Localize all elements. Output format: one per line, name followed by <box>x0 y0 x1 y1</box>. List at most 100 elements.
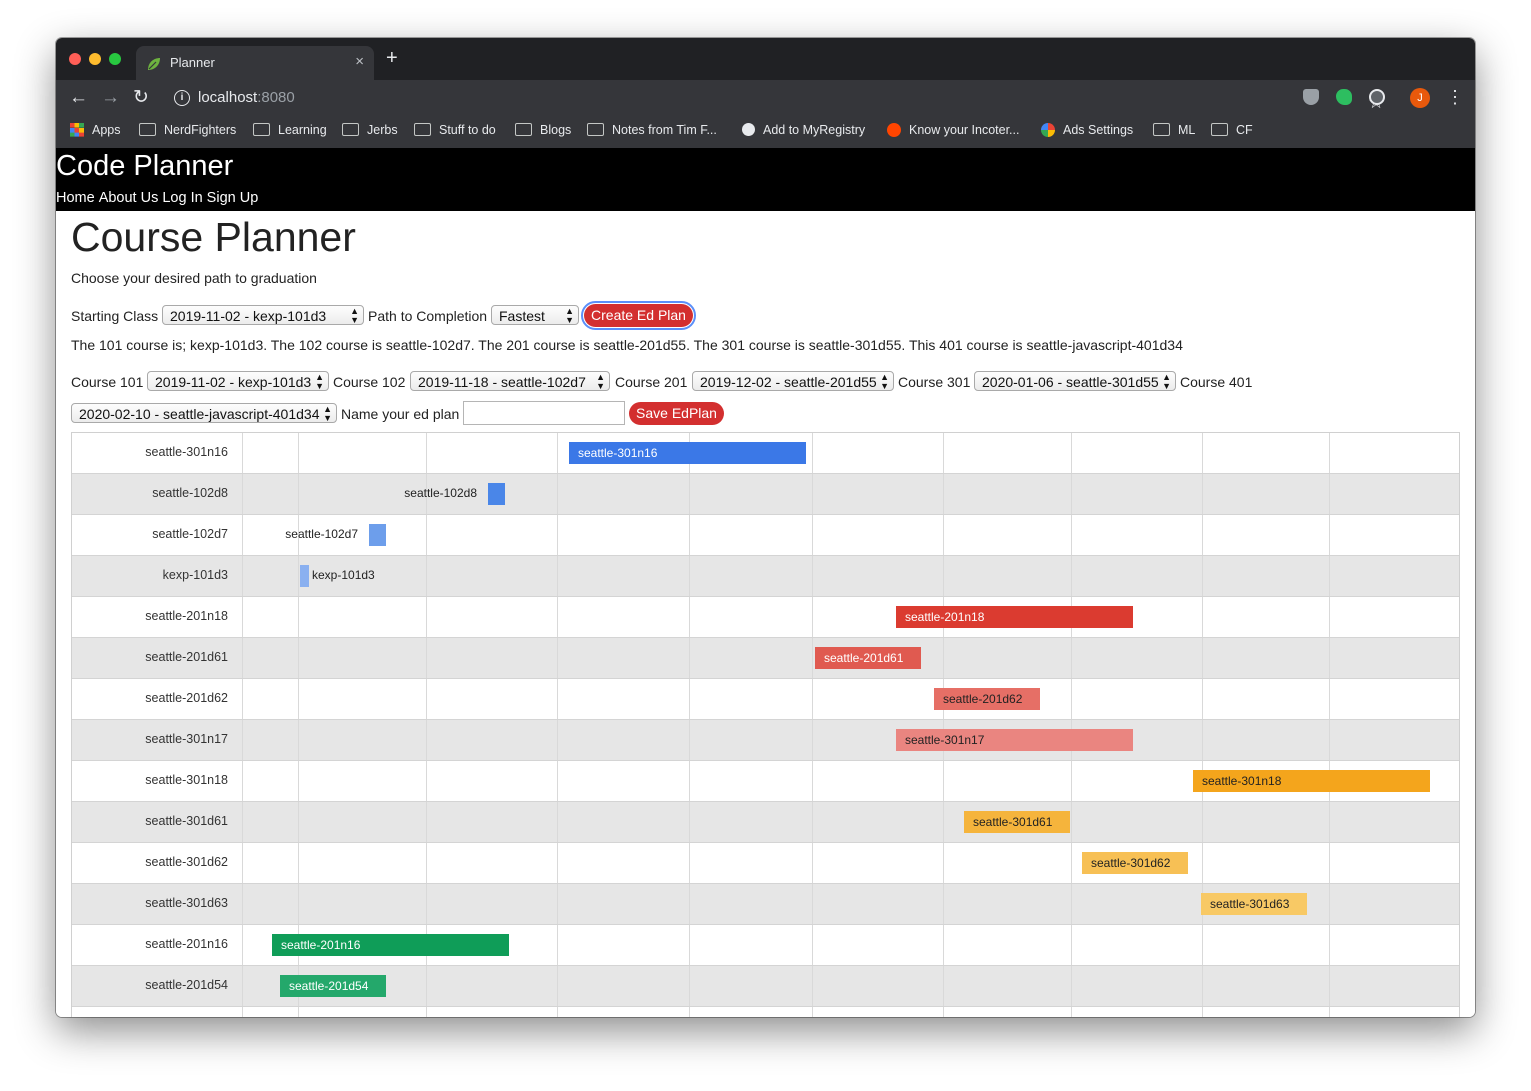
timeline-row: kexp-101d3 kexp-101d3 <box>72 556 1459 597</box>
timeline-bar[interactable] <box>488 483 505 505</box>
starting-class-select[interactable]: 2019-11-02 - kexp-101d3 ▲ ▼ <box>162 305 364 325</box>
grid-line <box>1202 474 1203 514</box>
timeline-chart: seattle-301n16 seattle-301n16 seattle-102d… <box>71 432 1460 1017</box>
create-ed-plan-button[interactable]: Create Ed Plan <box>581 301 696 330</box>
tab-close-icon[interactable]: × <box>355 53 364 70</box>
shield-extension-icon[interactable] <box>1303 89 1319 105</box>
grid-line <box>242 556 243 596</box>
grid-line <box>1329 679 1330 719</box>
course102-select[interactable]: 2019-11-18 - seattle-102d7 ▲ ▼ <box>410 371 610 391</box>
bookmark-label: Apps <box>92 123 121 137</box>
bookmark-myregistry[interactable]: Add to MyRegistry <box>742 123 865 137</box>
grid-line <box>298 720 299 760</box>
plan-name-label: Name your ed plan <box>341 406 460 422</box>
nav-signup-link[interactable]: Sign Up <box>207 190 259 206</box>
browser-menu-icon[interactable]: ⋮ <box>1446 87 1464 107</box>
course201-select[interactable]: 2019-12-02 - seattle-201d55 ▲ ▼ <box>692 371 894 391</box>
apps-grid-icon <box>70 123 84 137</box>
course301-label: Course 301 <box>898 374 971 390</box>
timeline-bar[interactable]: seattle-301d62 <box>1082 852 1188 874</box>
password-extension-icon[interactable] <box>1369 89 1385 105</box>
bookmark-incoterms[interactable]: Know your Incoter... <box>887 123 1019 137</box>
grid-line <box>812 556 813 596</box>
zoom-window-button[interactable] <box>109 53 121 65</box>
course102-label: Course 102 <box>333 374 406 390</box>
profile-avatar[interactable]: J <box>1410 88 1430 108</box>
path-select[interactable]: Fastest ▲ ▼ <box>491 305 579 325</box>
grid-line <box>1071 925 1072 965</box>
grid-line <box>1202 720 1203 760</box>
nav-about-link[interactable]: About Us <box>99 190 159 206</box>
grid-line <box>426 556 427 596</box>
course101-select[interactable]: 2019-11-02 - kexp-101d3 ▲ ▼ <box>147 371 329 391</box>
bookmark-jerbs[interactable]: Jerbs <box>342 123 398 137</box>
select-arrows-icon: ▲ ▼ <box>1162 372 1171 391</box>
grid-line <box>1202 802 1203 842</box>
timeline-bar[interactable]: seattle-301d61 <box>964 811 1070 833</box>
bookmark-nerdfighters[interactable]: NerdFighters <box>139 123 236 137</box>
bookmark-notes[interactable]: Notes from Tim F... <box>587 123 717 137</box>
google-icon <box>1041 123 1055 137</box>
bookmark-learning[interactable]: Learning <box>253 123 327 137</box>
select-arrows-icon: ▲ ▼ <box>323 404 332 423</box>
address-bar[interactable]: i localhost:8080 ☆ <box>162 84 1384 112</box>
timeline-bar[interactable]: seattle-301n18 <box>1193 770 1430 792</box>
course301-value: 2020-01-06 - seattle-301d55 <box>982 374 1159 390</box>
forward-arrow-icon[interactable]: → <box>101 87 120 109</box>
bookmark-ml[interactable]: ML <box>1153 123 1195 137</box>
back-arrow-icon[interactable]: ← <box>69 87 88 109</box>
timeline-bar[interactable]: seattle-201n18 <box>896 606 1133 628</box>
grid-line <box>1329 597 1330 637</box>
bookmark-label: Add to MyRegistry <box>763 123 866 137</box>
bookmark-stuff-to-do[interactable]: Stuff to do <box>414 123 496 137</box>
course101-value: 2019-11-02 - kexp-101d3 <box>155 374 312 390</box>
reload-icon[interactable]: ↻ <box>133 87 149 109</box>
timeline-bar[interactable] <box>369 524 386 546</box>
select-arrows-icon: ▲ ▼ <box>350 306 359 325</box>
grid-line <box>1202 515 1203 555</box>
timeline-bar[interactable]: seattle-301n17 <box>896 729 1133 751</box>
url-host: localhost <box>198 89 258 106</box>
folder-icon <box>414 123 431 136</box>
timeline-row-label: seattle-201n18 <box>145 609 228 623</box>
bookmark-apps[interactable]: Apps <box>70 123 121 137</box>
course301-select[interactable]: 2020-01-06 - seattle-301d55 ▲ ▼ <box>974 371 1176 391</box>
grid-line <box>689 843 690 883</box>
grid-line <box>943 433 944 473</box>
save-edplan-button[interactable]: Save EdPlan <box>629 402 724 425</box>
timeline-bar[interactable]: seattle-301n16 <box>569 442 806 464</box>
grid-line <box>242 843 243 883</box>
new-tab-button[interactable]: + <box>386 48 398 68</box>
course401-select[interactable]: 2020-02-10 - seattle-javascript-401d34 ▲… <box>71 403 337 423</box>
evernote-extension-icon[interactable] <box>1336 89 1352 105</box>
bookmark-cf[interactable]: CF <box>1211 123 1253 137</box>
folder-icon <box>1153 123 1170 136</box>
timeline-bar[interactable]: seattle-201d54 <box>280 975 386 997</box>
plan-name-input[interactable] <box>463 401 625 425</box>
bookmark-blogs[interactable]: Blogs <box>515 123 571 137</box>
timeline-bar[interactable]: seattle-201d62 <box>934 688 1040 710</box>
site-info-icon[interactable]: i <box>174 90 190 106</box>
bookmark-label: Learning <box>278 123 327 137</box>
timeline-row: seattle-301n18 seattle-301n18 <box>72 761 1459 802</box>
browser-tab[interactable]: Planner × <box>136 46 374 80</box>
grid-line <box>943 474 944 514</box>
grid-line <box>689 1007 690 1017</box>
bookmark-ads-settings[interactable]: Ads Settings <box>1041 123 1133 137</box>
close-window-button[interactable] <box>69 53 81 65</box>
grid-line <box>426 515 427 555</box>
timeline-bar[interactable]: seattle-201n16 <box>272 934 509 956</box>
grid-line <box>812 802 813 842</box>
nav-login-link[interactable]: Log In <box>162 190 202 206</box>
timeline-bar[interactable] <box>300 565 309 587</box>
grid-line <box>689 720 690 760</box>
timeline-bar[interactable]: seattle-301d63 <box>1201 893 1307 915</box>
spring-leaf-icon <box>148 58 160 70</box>
timeline-bar[interactable]: seattle-201d61 <box>815 647 921 669</box>
grid-line <box>1329 1007 1330 1017</box>
minimize-window-button[interactable] <box>89 53 101 65</box>
url-text: localhost:8080 <box>198 89 295 106</box>
grid-line <box>426 802 427 842</box>
grid-line <box>1202 638 1203 678</box>
nav-home-link[interactable]: Home <box>56 190 95 206</box>
